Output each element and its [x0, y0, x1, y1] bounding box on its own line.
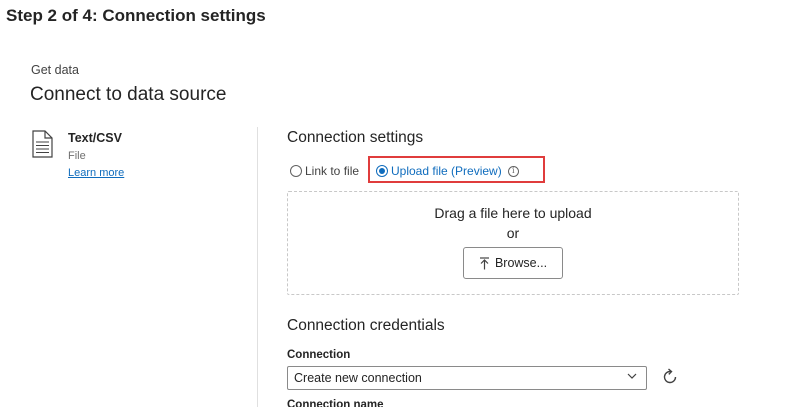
connection-select-value: Create new connection: [294, 371, 422, 385]
radio-unchecked-icon: [290, 165, 302, 177]
connector-kind: File: [68, 150, 86, 162]
connector-name: Text/CSV: [68, 131, 122, 145]
upload-file-label: Upload file (Preview): [391, 164, 502, 178]
link-to-file-radio[interactable]: Link to file: [290, 162, 359, 180]
upload-icon: [479, 256, 489, 269]
learn-more-link[interactable]: Learn more: [68, 167, 124, 179]
connection-label: Connection: [287, 349, 351, 361]
refresh-icon[interactable]: [660, 367, 680, 387]
chevron-down-icon: [627, 373, 637, 379]
file-dropzone[interactable]: Drag a file here to upload or Browse...: [287, 191, 739, 295]
breadcrumb: Get data: [31, 63, 79, 77]
connection-settings-heading: Connection settings: [287, 129, 424, 146]
browse-label: Browse...: [494, 256, 548, 270]
file-document-icon: [32, 130, 53, 158]
panel-divider: [257, 127, 258, 407]
page-heading: Connect to data source: [30, 84, 227, 105]
connection-select[interactable]: Create new connection: [287, 366, 647, 390]
dropzone-or: or: [506, 225, 520, 241]
connection-name-label: Connection name: [287, 399, 384, 407]
info-icon[interactable]: i: [507, 165, 519, 177]
upload-file-radio[interactable]: Upload file (Preview) i: [376, 162, 519, 180]
browse-button[interactable]: Browse...: [463, 247, 563, 279]
connection-credentials-heading: Connection credentials: [287, 317, 445, 334]
radio-checked-icon: [376, 165, 388, 177]
link-to-file-label: Link to file: [305, 164, 360, 178]
step-title: Step 2 of 4: Connection settings: [6, 6, 266, 25]
page: Step 2 of 4: Connection settings Get dat…: [0, 0, 794, 407]
dropzone-instruction: Drag a file here to upload: [434, 205, 592, 221]
